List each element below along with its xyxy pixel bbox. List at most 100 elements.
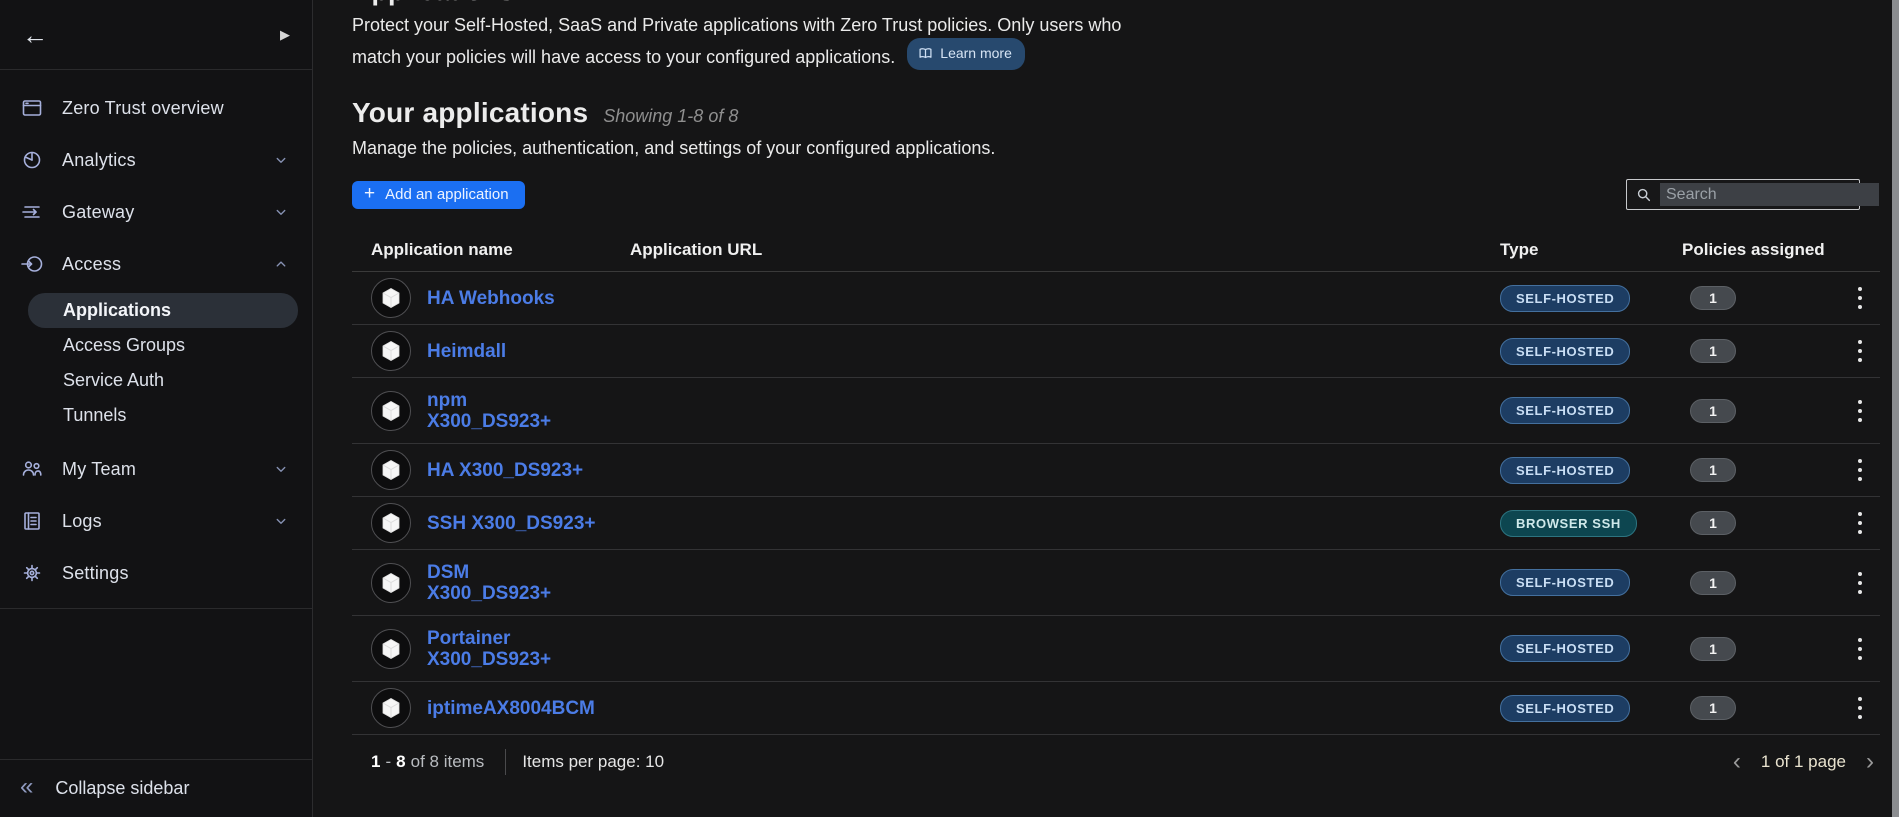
sidebar-item-label: Logs [62, 511, 272, 532]
row-menu-button[interactable] [1852, 631, 1868, 666]
back-arrow-icon[interactable]: ← [22, 22, 48, 48]
intro-paragraph: Protect your Self-Hosted, SaaS and Priva… [352, 13, 1899, 70]
app-icon [371, 503, 411, 543]
type-badge: SELF-HOSTED [1500, 457, 1630, 484]
app-icon [371, 563, 411, 603]
overview-icon [20, 96, 44, 120]
app-icon [371, 629, 411, 669]
cube-icon [379, 696, 403, 720]
sidebar-item-gateway[interactable]: Gateway [0, 186, 312, 238]
app-name-link[interactable]: npmX300_DS923+ [427, 390, 551, 432]
app-icon [371, 688, 411, 728]
app-name-link[interactable]: PortainerX300_DS923+ [427, 628, 551, 670]
app-name-link[interactable]: iptimeAX8004BCM [427, 698, 595, 719]
app-name-link[interactable]: HA X300_DS923+ [427, 460, 583, 481]
sidebar-item-label: Gateway [62, 202, 272, 223]
type-badge: SELF-HOSTED [1500, 397, 1630, 424]
sidebar-item-access-groups[interactable]: Access Groups [28, 328, 298, 363]
policies-badge: 1 [1690, 696, 1736, 720]
add-application-button[interactable]: + Add an application [352, 181, 525, 209]
search-icon [1636, 187, 1652, 203]
range-start: 1 [371, 752, 380, 772]
type-badge: BROWSER SSH [1500, 510, 1637, 537]
table-row[interactable]: iptimeAX8004BCM SELF-HOSTED 1 [352, 682, 1880, 735]
table-row[interactable]: npmX300_DS923+ SELF-HOSTED 1 [352, 378, 1880, 444]
sidebar-item-zero-trust-overview[interactable]: Zero Trust overview [0, 82, 312, 134]
collapse-sidebar-label: Collapse sidebar [55, 778, 189, 799]
intro-line-1: Protect your Self-Hosted, SaaS and Priva… [352, 15, 1121, 35]
table-row[interactable]: PortainerX300_DS923+ SELF-HOSTED 1 [352, 616, 1880, 682]
page-subtitle: Manage the policies, authentication, and… [352, 138, 1899, 159]
collapse-sidebar-button[interactable]: « Collapse sidebar [0, 759, 312, 817]
table-footer: 1 - 8 of 8 items Items per page: 10 ‹ 1 … [352, 749, 1880, 775]
sidebar-nav: Zero Trust overview Analytics Gateway Ac… [0, 70, 312, 609]
policies-badge: 1 [1690, 511, 1736, 535]
plus-icon: + [364, 184, 375, 203]
chevron-down-icon [272, 203, 290, 221]
table-row[interactable]: DSMX300_DS923+ SELF-HOSTED 1 [352, 550, 1880, 616]
page-title: Your applications [352, 97, 588, 129]
sidebar-item-analytics[interactable]: Analytics [0, 134, 312, 186]
sidebar-item-logs[interactable]: Logs [0, 495, 312, 547]
row-menu-button[interactable] [1852, 565, 1868, 600]
table-row[interactable]: HA Webhooks SELF-HOSTED 1 [352, 272, 1880, 325]
add-application-label: Add an application [385, 186, 508, 203]
access-icon [20, 252, 44, 276]
row-menu-button[interactable] [1852, 691, 1868, 726]
clipped-page-title: Applications [352, 0, 514, 7]
policies-badge: 1 [1690, 637, 1736, 661]
row-menu-button[interactable] [1852, 281, 1868, 316]
column-header-application-url: Application URL [630, 240, 1500, 260]
table-row[interactable]: Heimdall SELF-HOSTED 1 [352, 325, 1880, 378]
sidebar-item-settings[interactable]: Settings [0, 547, 312, 599]
main-content: Applications Protect your Self-Hosted, S… [313, 0, 1899, 817]
sidebar-item-access[interactable]: Access [0, 238, 312, 290]
search-input[interactable] [1660, 183, 1879, 206]
chevron-down-icon [272, 151, 290, 169]
next-page-button[interactable]: › [1860, 750, 1880, 774]
sidebar-item-label: Access [62, 254, 272, 275]
app-name-link[interactable]: Heimdall [427, 341, 506, 362]
column-header-application-name: Application name [371, 240, 630, 260]
chevron-down-icon [272, 512, 290, 530]
app-icon [371, 450, 411, 490]
cube-icon [379, 339, 403, 363]
policies-badge: 1 [1690, 458, 1736, 482]
sidebar-divider [0, 608, 312, 609]
of-items-label: of 8 items [411, 752, 485, 772]
policies-badge: 1 [1690, 571, 1736, 595]
cube-icon [379, 511, 403, 535]
chevron-up-icon [272, 255, 290, 273]
book-icon [918, 46, 933, 61]
chevron-down-icon [272, 460, 290, 478]
app-name-link[interactable]: SSH X300_DS923+ [427, 513, 595, 534]
vertical-scrollbar[interactable] [1892, 0, 1899, 817]
sidebar-item-my-team[interactable]: My Team [0, 443, 312, 495]
previous-page-button[interactable]: ‹ [1727, 750, 1747, 774]
analytics-icon [20, 148, 44, 172]
row-menu-button[interactable] [1852, 506, 1868, 541]
app-name-link[interactable]: HA Webhooks [427, 288, 555, 309]
sidebar-item-label: Settings [62, 563, 290, 584]
type-badge: SELF-HOSTED [1500, 285, 1630, 312]
app-name-link[interactable]: DSMX300_DS923+ [427, 562, 551, 604]
sidebar-item-service-auth[interactable]: Service Auth [28, 363, 298, 398]
cube-icon [379, 571, 403, 595]
sidebar-item-label: My Team [62, 459, 272, 480]
sidebar-item-tunnels[interactable]: Tunnels [28, 398, 298, 433]
gateway-icon [20, 200, 44, 224]
type-badge: SELF-HOSTED [1500, 338, 1630, 365]
row-menu-button[interactable] [1852, 393, 1868, 428]
row-menu-button[interactable] [1852, 334, 1868, 369]
sidebar-item-label: Analytics [62, 150, 272, 171]
range-dash: - [385, 752, 391, 772]
table-row[interactable]: SSH X300_DS923+ BROWSER SSH 1 [352, 497, 1880, 550]
row-menu-button[interactable] [1852, 453, 1868, 488]
learn-more-label: Learn more [940, 41, 1012, 66]
sidebar-item-applications[interactable]: Applications [28, 293, 298, 328]
app-icon [371, 331, 411, 371]
table-row[interactable]: HA X300_DS923+ SELF-HOSTED 1 [352, 444, 1880, 497]
learn-more-button[interactable]: Learn more [907, 38, 1025, 70]
applications-table: Application name Application URL Type Po… [352, 228, 1880, 735]
play-triangle-icon[interactable]: ▶ [280, 28, 290, 41]
